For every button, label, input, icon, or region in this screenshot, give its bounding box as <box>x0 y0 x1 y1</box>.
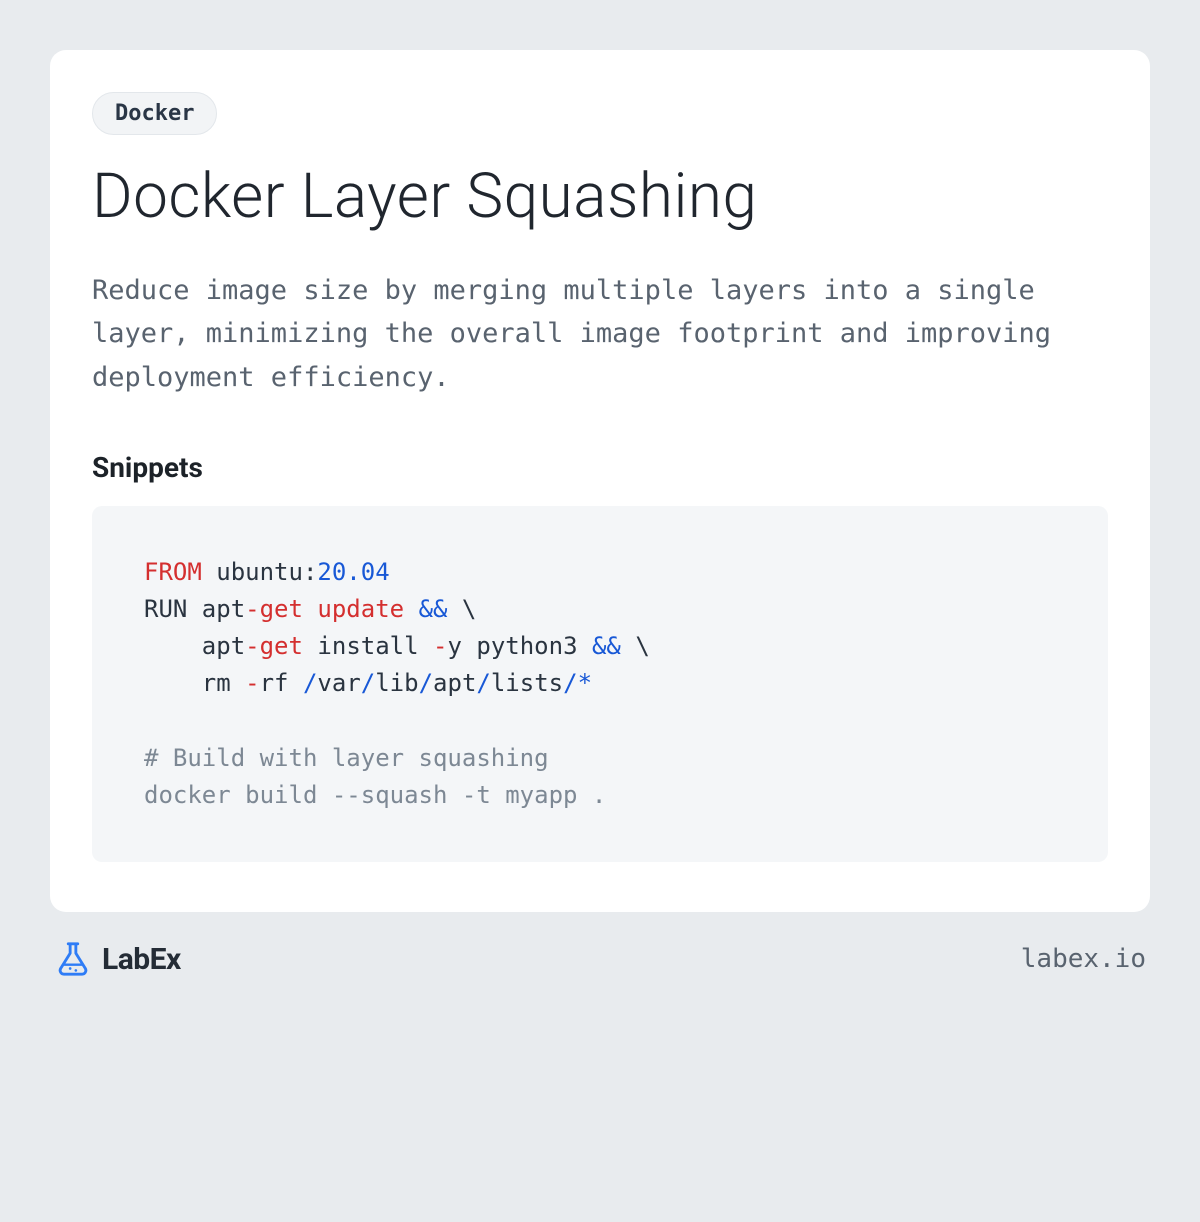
page-title: Docker Layer Squashing <box>92 163 1108 231</box>
snippets-heading: Snippets <box>92 451 1108 484</box>
page-footer: LabEx labex.io <box>50 940 1150 978</box>
flask-icon <box>54 940 92 978</box>
page-description: Reduce image size by merging multiple la… <box>92 269 1108 399</box>
brand-url: labex.io <box>1021 944 1146 974</box>
content-card: Docker Docker Layer Squashing Reduce ima… <box>50 50 1150 912</box>
code-snippet: FROM ubuntu:20.04 RUN apt-get update && … <box>92 506 1108 862</box>
brand-logo: LabEx <box>54 940 181 978</box>
category-tag: Docker <box>92 92 217 135</box>
brand-name: LabEx <box>102 942 181 977</box>
